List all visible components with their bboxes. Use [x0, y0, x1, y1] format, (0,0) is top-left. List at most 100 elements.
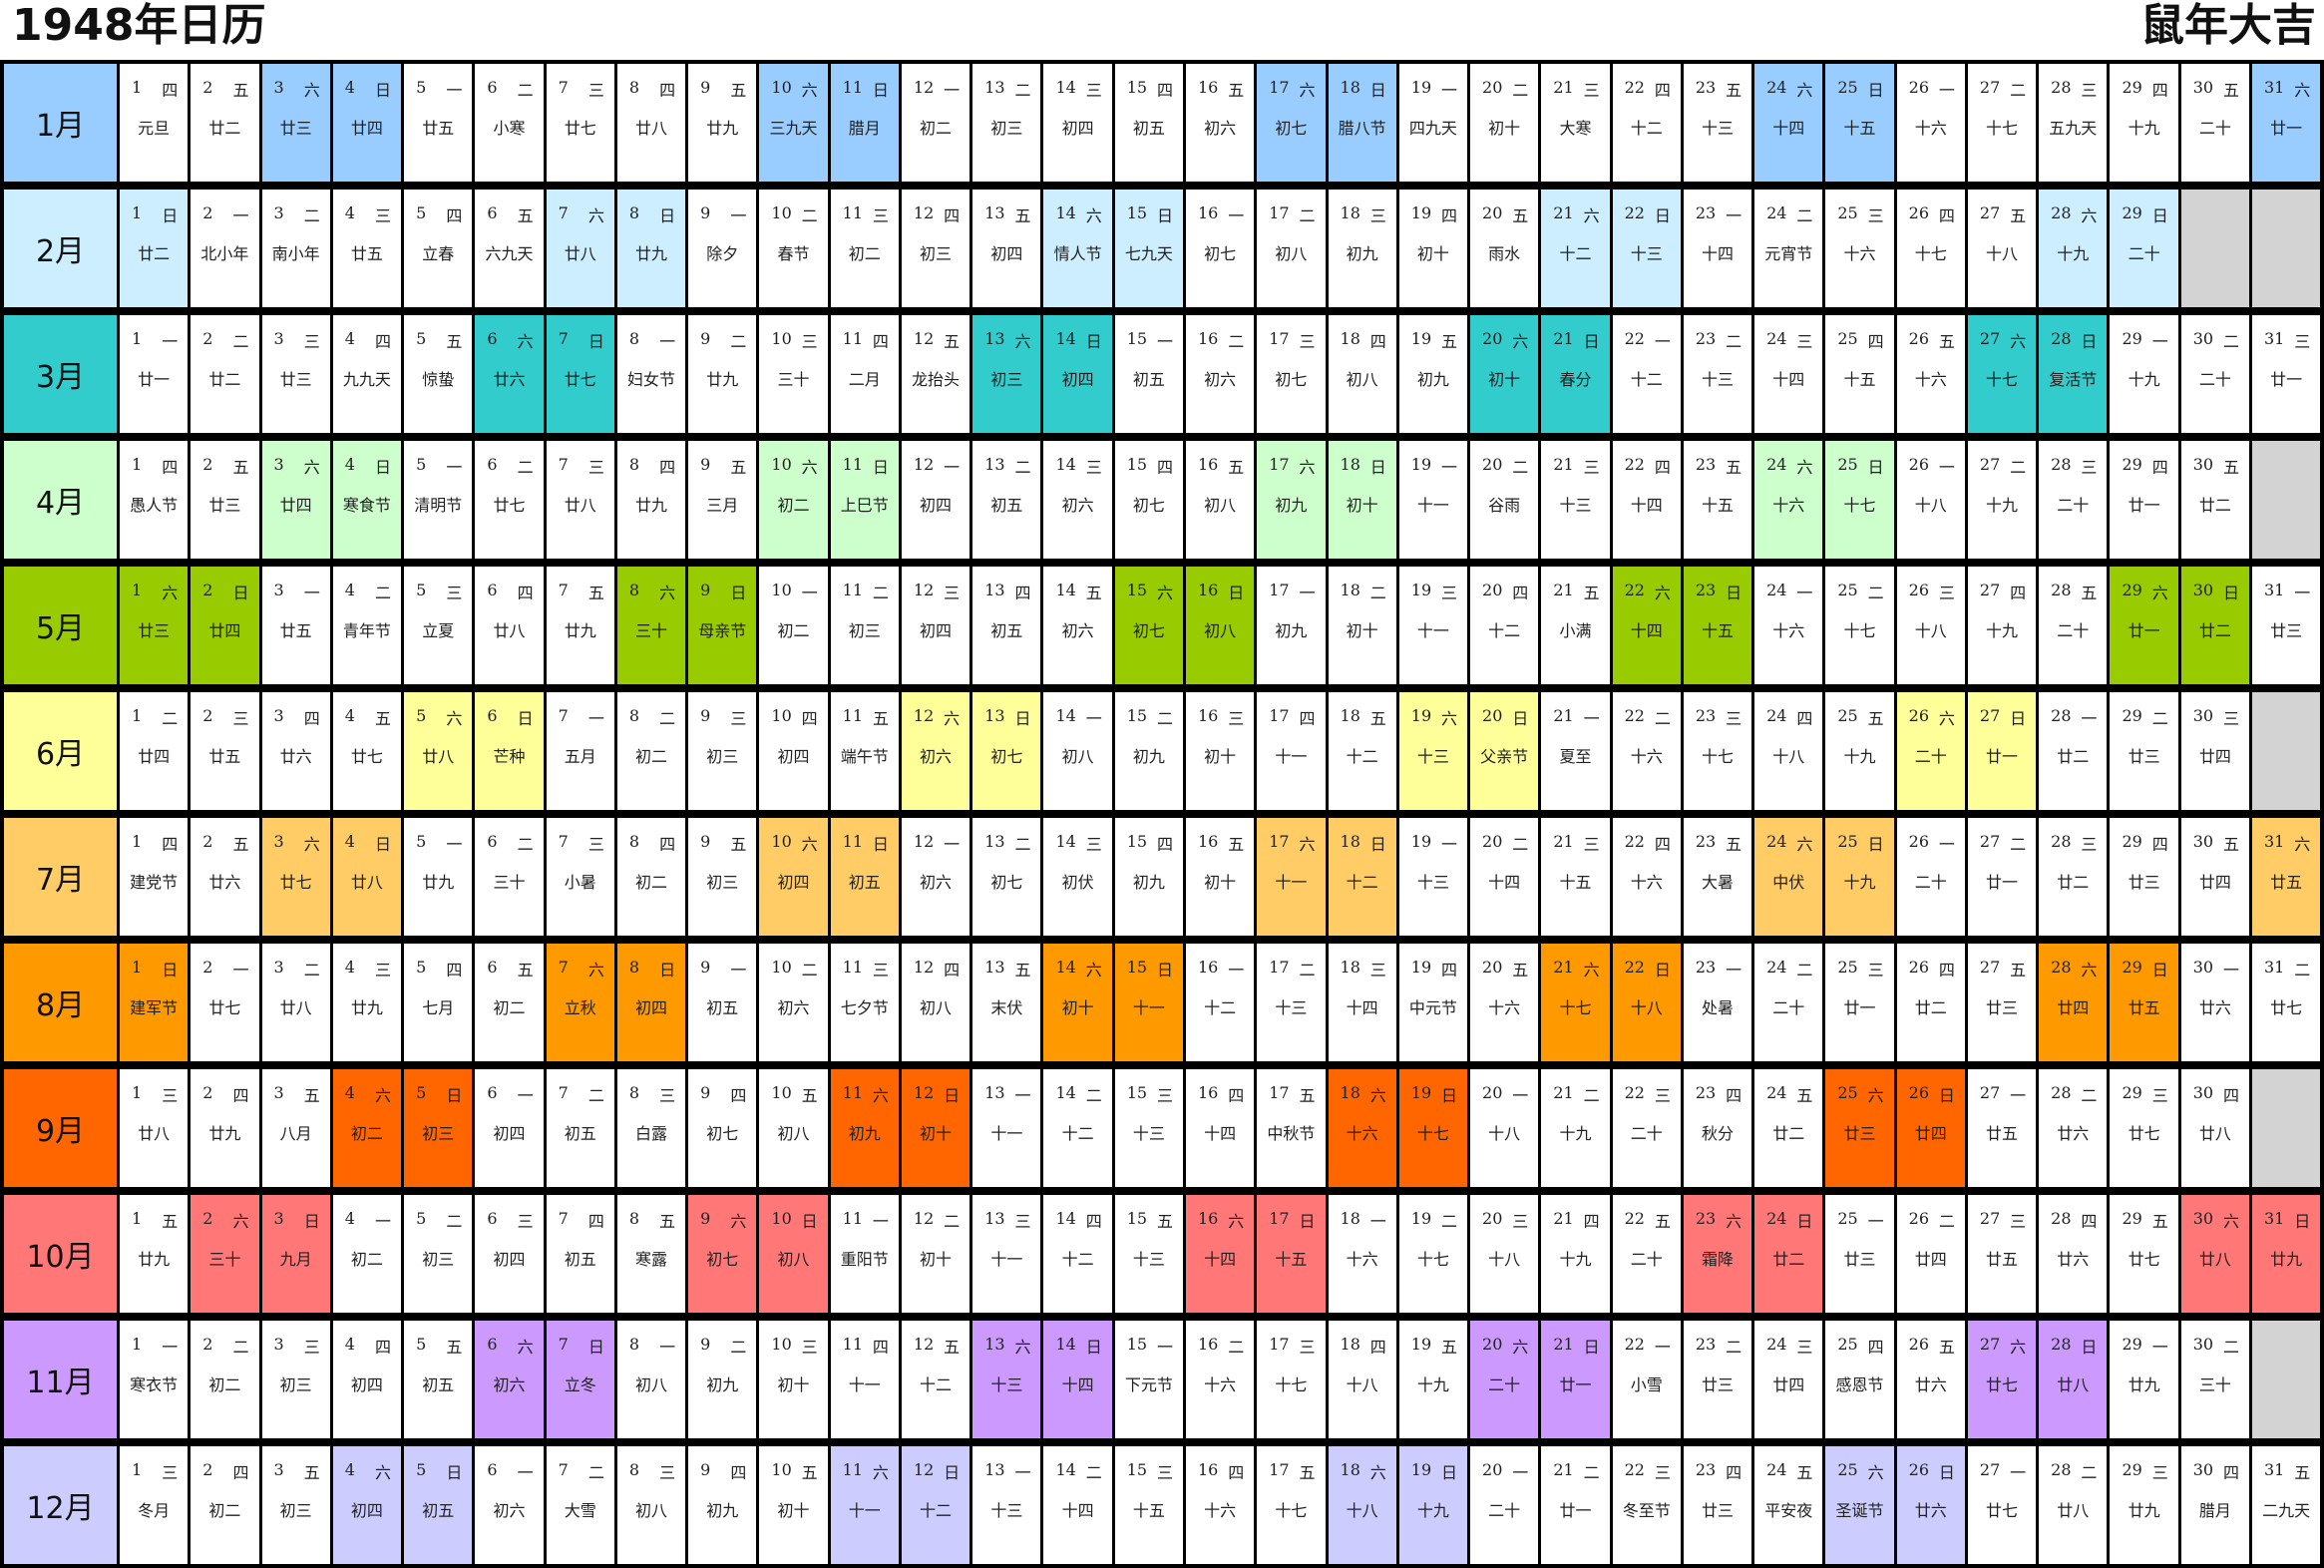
day-cell[interactable]: 25 日十九: [1822, 818, 1894, 936]
day-cell[interactable]: 22 一小雪: [1609, 1321, 1681, 1438]
day-cell[interactable]: 3 三初三: [258, 1321, 330, 1438]
day-cell[interactable]: 14 三初六: [1040, 441, 1111, 559]
day-cell[interactable]: 18 四十八: [1325, 1321, 1396, 1438]
day-cell[interactable]: 16 六十四: [1182, 1195, 1255, 1313]
day-cell[interactable]: 25 六圣诞节: [1822, 1446, 1894, 1564]
day-cell[interactable]: 13 四初五: [969, 567, 1040, 684]
day-cell[interactable]: 23 一处暑: [1680, 944, 1751, 1061]
day-cell[interactable]: 27 一廿七: [1964, 1446, 2036, 1564]
day-cell[interactable]: 18 三十四: [1325, 944, 1396, 1061]
day-cell[interactable]: 9 四初九: [685, 1446, 756, 1564]
day-cell[interactable]: 12 一初四: [898, 441, 969, 559]
day-cell[interactable]: 6 五六九天: [472, 190, 543, 307]
day-cell[interactable]: 25 一廿三: [1822, 1195, 1893, 1313]
day-cell[interactable]: 8 三白露: [613, 1069, 685, 1187]
day-cell[interactable]: 24 日廿二: [1751, 1195, 1823, 1313]
day-cell[interactable]: 9 一除夕: [685, 190, 756, 307]
day-cell[interactable]: 1 二廿四: [120, 692, 188, 810]
day-cell[interactable]: 15 日十一: [1111, 944, 1183, 1061]
day-cell[interactable]: 26 四十七: [1893, 190, 1965, 307]
day-cell[interactable]: 19 日十七: [1395, 1069, 1468, 1187]
day-cell[interactable]: 30 四腊月: [2177, 1446, 2249, 1564]
day-cell[interactable]: 1 日廿二: [120, 190, 189, 307]
day-cell[interactable]: 9 五初三: [685, 818, 756, 936]
day-cell[interactable]: 4 六初四: [329, 1446, 402, 1564]
day-cell[interactable]: 8 四廿九: [613, 441, 685, 559]
day-cell[interactable]: 30 一廿六: [2177, 944, 2249, 1061]
day-cell[interactable]: 3 二南小年: [258, 190, 330, 307]
day-cell[interactable]: 13 三十一: [969, 1195, 1040, 1313]
day-cell[interactable]: 14 一初八: [1040, 692, 1111, 810]
day-cell[interactable]: 10 六三九天: [756, 64, 828, 182]
day-cell[interactable]: 14 二十四: [1040, 1446, 1111, 1564]
day-cell[interactable]: 7 一五月: [543, 692, 614, 810]
day-cell[interactable]: 2 三廿五: [188, 692, 258, 810]
day-cell[interactable]: 29 五廿七: [2107, 1195, 2177, 1313]
day-cell[interactable]: 5 五惊蛰: [401, 315, 472, 433]
day-cell[interactable]: 13 一十三: [969, 1446, 1040, 1564]
day-cell[interactable]: 25 六廿三: [1822, 1069, 1894, 1187]
day-cell[interactable]: 25 二十七: [1822, 567, 1893, 684]
day-cell[interactable]: 19 五十九: [1395, 1321, 1467, 1438]
day-cell[interactable]: 16 五初六: [1182, 64, 1254, 182]
day-cell[interactable]: 5 二初三: [401, 1195, 472, 1313]
day-cell[interactable]: 17 一初九: [1254, 567, 1325, 684]
day-cell[interactable]: 6 三初四: [472, 1195, 543, 1313]
day-cell[interactable]: 29 日二十: [2107, 190, 2178, 307]
day-cell[interactable]: 8 四初二: [613, 818, 685, 936]
day-cell[interactable]: 9 六初七: [685, 1195, 757, 1313]
day-cell[interactable]: 13 二初七: [969, 818, 1040, 936]
day-cell[interactable]: 14 日十四: [1040, 1321, 1112, 1438]
day-cell[interactable]: 10 六初二: [756, 441, 828, 559]
day-cell[interactable]: 20 六二十: [1467, 1321, 1539, 1438]
day-cell[interactable]: 20 一二十: [1467, 1446, 1538, 1564]
day-cell[interactable]: 9 四初七: [685, 1069, 756, 1187]
day-cell[interactable]: 19 四初十: [1395, 190, 1467, 307]
day-cell[interactable]: 30 五二十: [2177, 64, 2249, 182]
day-cell[interactable]: 23 五十三: [1680, 64, 1751, 182]
day-cell[interactable]: 27 六十七: [1964, 315, 2037, 433]
day-cell[interactable]: 3 六廿三: [258, 64, 330, 182]
day-cell[interactable]: 10 六初四: [756, 818, 828, 936]
day-cell[interactable]: 9 日母亲节: [685, 567, 757, 684]
day-cell[interactable]: 24 六十六: [1751, 441, 1823, 559]
day-cell[interactable]: 23 日十五: [1680, 567, 1752, 684]
day-cell[interactable]: 4 一初二: [329, 1195, 401, 1313]
day-cell[interactable]: 18 四初八: [1325, 315, 1396, 433]
day-cell[interactable]: 20 四十二: [1467, 567, 1538, 684]
day-cell[interactable]: 6 二三十: [472, 818, 543, 936]
day-cell[interactable]: 29 日廿五: [2107, 944, 2178, 1061]
day-cell[interactable]: 9 五三月: [685, 441, 756, 559]
day-cell[interactable]: 19 四中元节: [1395, 944, 1467, 1061]
day-cell[interactable]: 17 六十一: [1254, 818, 1326, 936]
day-cell[interactable]: 25 日十五: [1822, 64, 1894, 182]
day-cell[interactable]: 11 日上巳节: [827, 441, 899, 559]
day-cell[interactable]: 2 五廿二: [188, 64, 258, 182]
day-cell[interactable]: 10 日初八: [756, 1195, 828, 1313]
day-cell[interactable]: 13 五初四: [969, 190, 1040, 307]
day-cell[interactable]: 24 六十四: [1751, 64, 1823, 182]
day-cell[interactable]: 27 一廿五: [1964, 1069, 2036, 1187]
day-cell[interactable]: 29 六廿一: [2107, 567, 2178, 684]
day-cell[interactable]: 27 二十七: [1964, 64, 2036, 182]
day-cell[interactable]: 23 五大暑: [1680, 818, 1751, 936]
day-cell[interactable]: 12 三初四: [898, 567, 969, 684]
day-cell[interactable]: 30 五廿四: [2177, 818, 2249, 936]
day-cell[interactable]: 5 日初五: [401, 1446, 473, 1564]
day-cell[interactable]: 26 二廿四: [1893, 1195, 1965, 1313]
day-cell[interactable]: 24 三十四: [1751, 315, 1822, 433]
day-cell[interactable]: 24 二二十: [1751, 944, 1822, 1061]
day-cell[interactable]: 20 三十八: [1467, 1195, 1538, 1313]
day-cell[interactable]: 5 一廿九: [401, 818, 472, 936]
day-cell[interactable]: 1 日建军节: [120, 944, 189, 1061]
day-cell[interactable]: 22 四十二: [1609, 64, 1681, 182]
day-cell[interactable]: 23 六霜降: [1680, 1195, 1752, 1313]
day-cell[interactable]: 7 六立秋: [543, 944, 614, 1061]
day-cell[interactable]: 4 日廿四: [329, 64, 402, 182]
day-cell[interactable]: 19 一四九天: [1395, 64, 1467, 182]
day-cell[interactable]: 12 一初二: [898, 64, 969, 182]
day-cell[interactable]: 24 五廿二: [1751, 1069, 1822, 1187]
day-cell[interactable]: 31 日廿九: [2248, 1195, 2321, 1313]
day-cell[interactable]: 6 一初四: [472, 1069, 543, 1187]
day-cell[interactable]: 26 六二十: [1893, 692, 1965, 810]
